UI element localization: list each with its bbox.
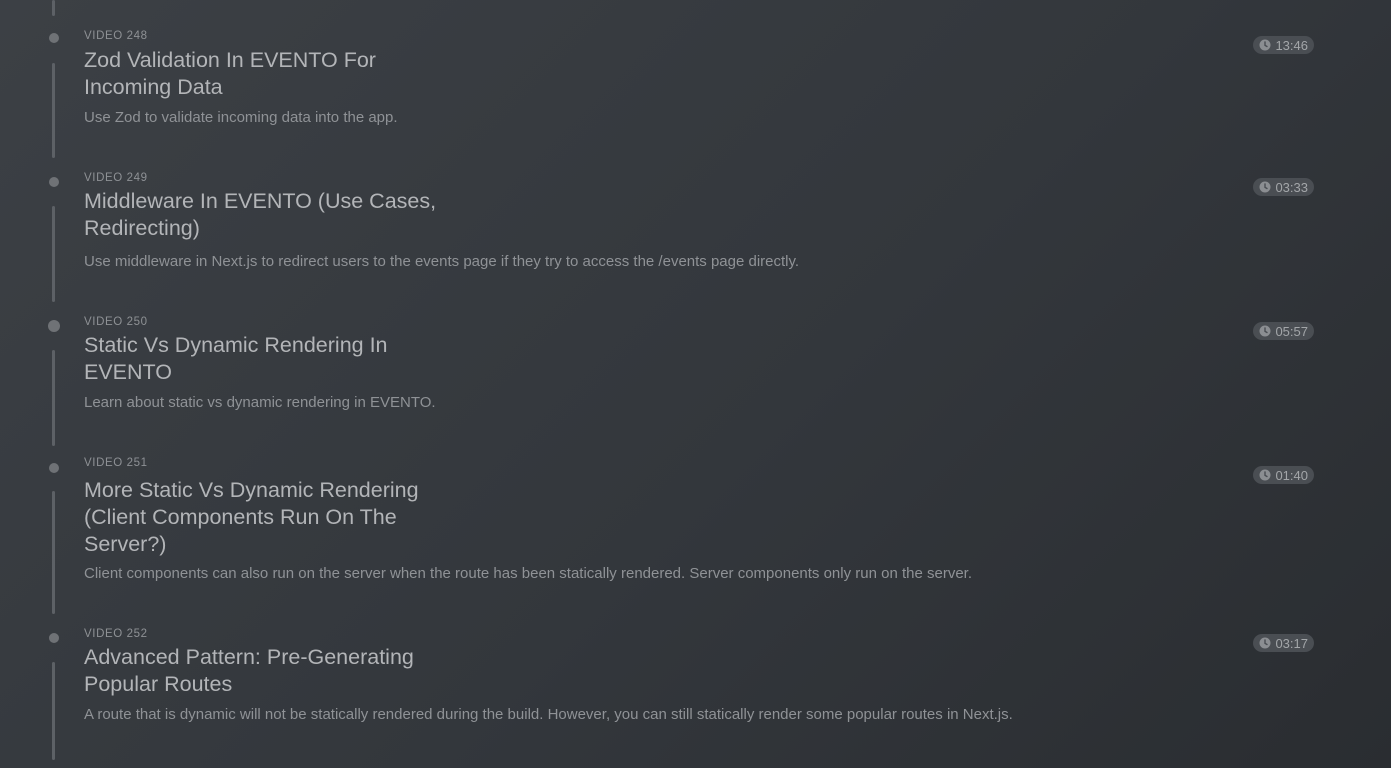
video-title[interactable]: Middleware In EVENTO (Use Cases, Redirec… bbox=[84, 188, 464, 242]
video-number: VIDEO 248 bbox=[84, 30, 148, 42]
timeline-line bbox=[52, 662, 55, 760]
video-description: Client components can also run on the se… bbox=[84, 565, 973, 582]
duration-text: 03:17 bbox=[1275, 635, 1308, 651]
clock-icon bbox=[1259, 325, 1271, 337]
video-number: VIDEO 249 bbox=[84, 172, 148, 184]
duration-text: 03:33 bbox=[1275, 179, 1308, 195]
video-title[interactable]: Zod Validation In EVENTO For Incoming Da… bbox=[84, 47, 464, 101]
timeline-dot bbox=[49, 177, 59, 187]
timeline-dot bbox=[48, 320, 60, 332]
duration-text: 01:40 bbox=[1275, 467, 1308, 483]
video-description: Learn about static vs dynamic rendering … bbox=[84, 394, 436, 411]
duration-text: 05:57 bbox=[1275, 323, 1308, 339]
video-description: A route that is dynamic will not be stat… bbox=[84, 706, 1013, 723]
timeline-dot bbox=[49, 463, 59, 473]
timeline-line bbox=[52, 0, 55, 16]
timeline-dot bbox=[49, 633, 59, 643]
duration-badge: 01:40 bbox=[1253, 466, 1314, 484]
video-number: VIDEO 251 bbox=[84, 457, 148, 469]
duration-badge: 03:33 bbox=[1253, 178, 1314, 196]
timeline-line bbox=[52, 491, 55, 614]
duration-badge: 13:46 bbox=[1253, 36, 1314, 54]
duration-badge: 03:17 bbox=[1253, 634, 1314, 652]
duration-text: 13:46 bbox=[1275, 37, 1308, 53]
video-title[interactable]: More Static Vs Dynamic Rendering (Client… bbox=[84, 477, 464, 558]
video-timeline: VIDEO 248 Zod Validation In EVENTO For I… bbox=[0, 0, 1391, 768]
timeline-line bbox=[52, 350, 55, 446]
video-title[interactable]: Static Vs Dynamic Rendering In EVENTO bbox=[84, 332, 464, 386]
duration-badge: 05:57 bbox=[1253, 322, 1314, 340]
video-number: VIDEO 252 bbox=[84, 628, 148, 640]
timeline-dot bbox=[49, 33, 59, 43]
clock-icon bbox=[1259, 469, 1271, 481]
video-number: VIDEO 250 bbox=[84, 316, 148, 328]
timeline-line bbox=[52, 63, 55, 158]
timeline-line bbox=[52, 206, 55, 302]
video-title[interactable]: Advanced Pattern: Pre-Generating Popular… bbox=[84, 644, 464, 698]
clock-icon bbox=[1259, 39, 1271, 51]
video-description: Use Zod to validate incoming data into t… bbox=[84, 109, 398, 126]
clock-icon bbox=[1259, 637, 1271, 649]
clock-icon bbox=[1259, 181, 1271, 193]
video-description: Use middleware in Next.js to redirect us… bbox=[84, 253, 800, 270]
